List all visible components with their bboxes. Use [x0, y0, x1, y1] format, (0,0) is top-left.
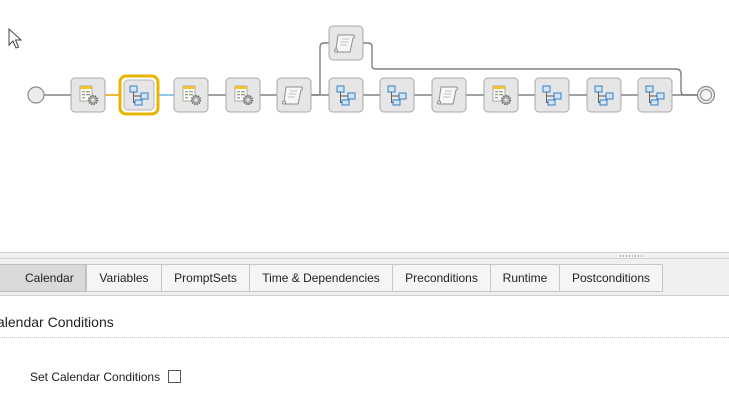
splitter-grip-icon[interactable] [620, 255, 644, 257]
workflow-canvas[interactable] [0, 0, 729, 252]
task-node-7[interactable] [379, 77, 415, 113]
task-node-1[interactable] [70, 77, 106, 113]
task-node-4[interactable] [225, 77, 261, 113]
workflow-end-node[interactable] [696, 85, 716, 105]
tab-variables[interactable]: Variables [86, 264, 162, 292]
set-calendar-conditions-label: Set Calendar Conditions [30, 370, 161, 384]
tab-calendar[interactable]: Calendar [0, 264, 86, 292]
task-node-12[interactable] [637, 77, 673, 113]
task-node-3[interactable] [173, 77, 209, 113]
section-divider [0, 337, 729, 338]
task-node-10[interactable] [534, 77, 570, 113]
task-node-11[interactable] [586, 77, 622, 113]
branch-task-node[interactable] [328, 25, 364, 61]
task-node-6[interactable] [328, 77, 364, 113]
pane-splitter[interactable] [0, 252, 729, 259]
task-node-5[interactable] [276, 77, 312, 113]
task-node-2[interactable] [118, 74, 160, 116]
tab-promptsets[interactable]: PromptSets [161, 264, 250, 292]
tab-postconditions[interactable]: Postconditions [559, 264, 663, 292]
task-node-9[interactable] [483, 77, 519, 113]
tab-time-dependencies[interactable]: Time & Dependencies [249, 264, 393, 292]
task-node-8[interactable] [431, 77, 467, 113]
workflow-start-node[interactable] [27, 86, 45, 104]
detail-tab-bar: Calendar Variables PromptSets Time & Dep… [0, 259, 729, 296]
tab-preconditions[interactable]: Preconditions [392, 264, 491, 292]
section-title: alendar Conditions [0, 314, 114, 330]
tab-runtime[interactable]: Runtime [490, 264, 560, 292]
set-calendar-conditions-checkbox[interactable] [168, 370, 181, 383]
